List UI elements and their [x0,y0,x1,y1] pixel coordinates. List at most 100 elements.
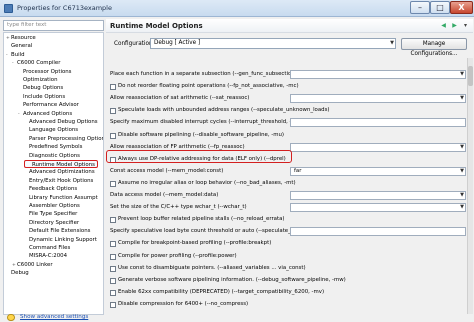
tree-item-label: Directory Specifier [29,219,80,226]
app-icon [4,4,13,13]
tree-item[interactable]: Language Options [24,126,78,134]
tree-item[interactable]: Default File Extensions [24,227,90,235]
tree-item[interactable]: Dynamic Linking Support [24,236,97,244]
tree-item[interactable]: Assembler Options [24,202,80,210]
option-checkbox[interactable] [110,277,116,284]
vertical-scrollbar[interactable] [467,58,473,314]
chevron-down-icon: ▼ [460,192,464,198]
tree-item-label: C6000 Compiler [17,60,61,67]
tree-item-label: Resource [11,35,36,41]
option-checkbox[interactable] [110,108,116,115]
tree-item-label: Build [11,51,25,58]
chevron-down-icon: ▼ [390,40,394,46]
filter-input[interactable]: type filter text [3,20,104,31]
show-advanced-settings-link[interactable]: Show advanced settings [20,314,88,320]
tree-item-label: Performance Advisor [23,102,79,109]
option-checkbox-label: Disable software pipelining (--disable_s… [118,131,285,138]
option-checkbox-label: Prevent loop buffer related pipeline sta… [118,216,285,223]
option-checkbox[interactable] [110,241,116,248]
maximize-button[interactable]: □ [430,1,450,14]
option-select[interactable]: ▼ [290,70,466,79]
back-arrow-icon[interactable]: ◀ [439,22,448,30]
tree-item[interactable]: Include Options [18,93,65,101]
option-select[interactable]: far ▼ [290,166,466,176]
option-checkbox[interactable] [110,289,116,296]
option-checkbox[interactable] [110,180,116,187]
tree-item[interactable]: Debug Options [18,84,63,92]
tree-item[interactable]: Predefined Symbols [24,143,82,151]
scrollbar-thumb[interactable] [468,66,473,86]
tree-item[interactable]: Directory Specifier [24,219,79,227]
configuration-label: Configuration: [114,41,155,47]
tree-item[interactable]: - Advanced Options [18,110,72,118]
tree-item-label: Language Options [29,127,79,134]
tree-item-label: General [11,43,33,50]
tree-item[interactable]: Debug [6,269,29,277]
chevron-down-icon: ▼ [460,143,464,150]
option-select[interactable]: ▼ [290,94,466,104]
tree-item[interactable]: Feedback Options [24,185,77,193]
tree-item[interactable]: Performance Advisor [18,101,79,109]
tree-item[interactable]: Entry/Exit Hook Options [24,177,93,185]
minimize-button[interactable]: – [410,1,430,14]
option-checkbox[interactable] [110,265,116,272]
title-bar: Properties for C6713example – □ X [0,0,474,17]
option-checkbox-label: Enable 62xx compatibility (DEPRECATED) (… [118,288,325,295]
option-select[interactable]: ▼ [290,203,466,213]
option-select[interactable]: ▼ [290,142,466,152]
tree-item[interactable]: +C6000 Linker [12,261,53,269]
window-title: Properties for C6713example [17,4,112,12]
chevron-down-icon: ▼ [460,204,464,211]
tree-item-label: Dynamic Linking Support [29,236,97,243]
view-menu-icon[interactable]: ▾ [461,22,470,30]
page-title: Runtime Model Options [110,22,203,30]
configuration-select[interactable]: Debug [ Active ] ▼ [150,38,396,49]
manage-configurations-button[interactable]: Manage Configurations... [401,38,467,57]
chevron-down-icon: ▼ [460,71,464,77]
option-label: Allow reassociation of sat arithmetic (-… [110,95,250,102]
tree-item[interactable]: Advanced Optimizations [24,168,95,176]
tree-item-label: Advanced Options [23,110,73,117]
option-checkbox-label: Disable compression for 6400+ (--no_comp… [118,300,249,307]
tree-item-label: Processor Options [23,68,72,75]
configuration-value: Debug [ Active ] [154,40,201,46]
tree-item[interactable]: - Build [6,51,25,59]
option-text-field[interactable] [290,227,466,237]
forward-arrow-icon[interactable]: ▶ [450,22,459,30]
tree-item[interactable]: Runtime Model Options [24,160,98,168]
option-text-field[interactable] [290,118,466,128]
tree-item-label: Parser Preprocessing Options [29,135,104,142]
tree-item[interactable]: Optimization [18,76,57,84]
tree-item[interactable]: Parser Preprocessing Options [24,135,104,143]
tree-item-label: Advanced Optimizations [29,169,95,176]
tree-item-label: Feedback Options [29,186,78,193]
option-select[interactable]: ▼ [290,191,466,200]
option-checkbox[interactable] [110,253,116,260]
tree-item[interactable]: MISRA-C:2004 [24,252,67,260]
option-checkbox[interactable] [110,301,116,308]
option-checkbox[interactable] [110,217,116,224]
tree-item[interactable]: Diagnostic Options [24,152,80,160]
properties-tree: +Resource General - Build - C6000 Compiler Pro… [3,32,104,315]
tree-item[interactable]: Processor Options [18,68,71,76]
tree-item[interactable]: Advanced Debug Options [24,118,98,126]
chevron-down-icon: ▼ [460,167,464,174]
tree-item-label: Diagnostic Options [29,152,80,159]
close-button[interactable]: X [450,1,473,14]
page-header: Runtime Model Options ◀ ▶ ▾ [106,19,473,33]
option-checkbox[interactable] [110,132,116,139]
highlight-box [106,150,292,163]
option-checkbox[interactable] [110,84,116,91]
tree-item[interactable]: File Type Specifier [24,210,77,218]
tree-item-label: Command Files [29,245,71,251]
option-select-value: far [294,167,302,174]
tree-item[interactable]: +Resource [6,34,36,42]
option-label: Place each function in a separate subsec… [110,71,314,77]
option-checkbox-label: Do not reorder floating point operations… [118,83,299,90]
tree-item[interactable]: General [6,42,32,50]
tree-item[interactable]: Command Files [24,244,70,252]
tree-item[interactable]: Library Function Assumpt [24,194,98,202]
tree-item-label: Debug [11,270,29,277]
tree-item[interactable]: - C6000 Compiler [12,59,60,67]
tree-item-label: MISRA-C:2004 [29,253,68,260]
